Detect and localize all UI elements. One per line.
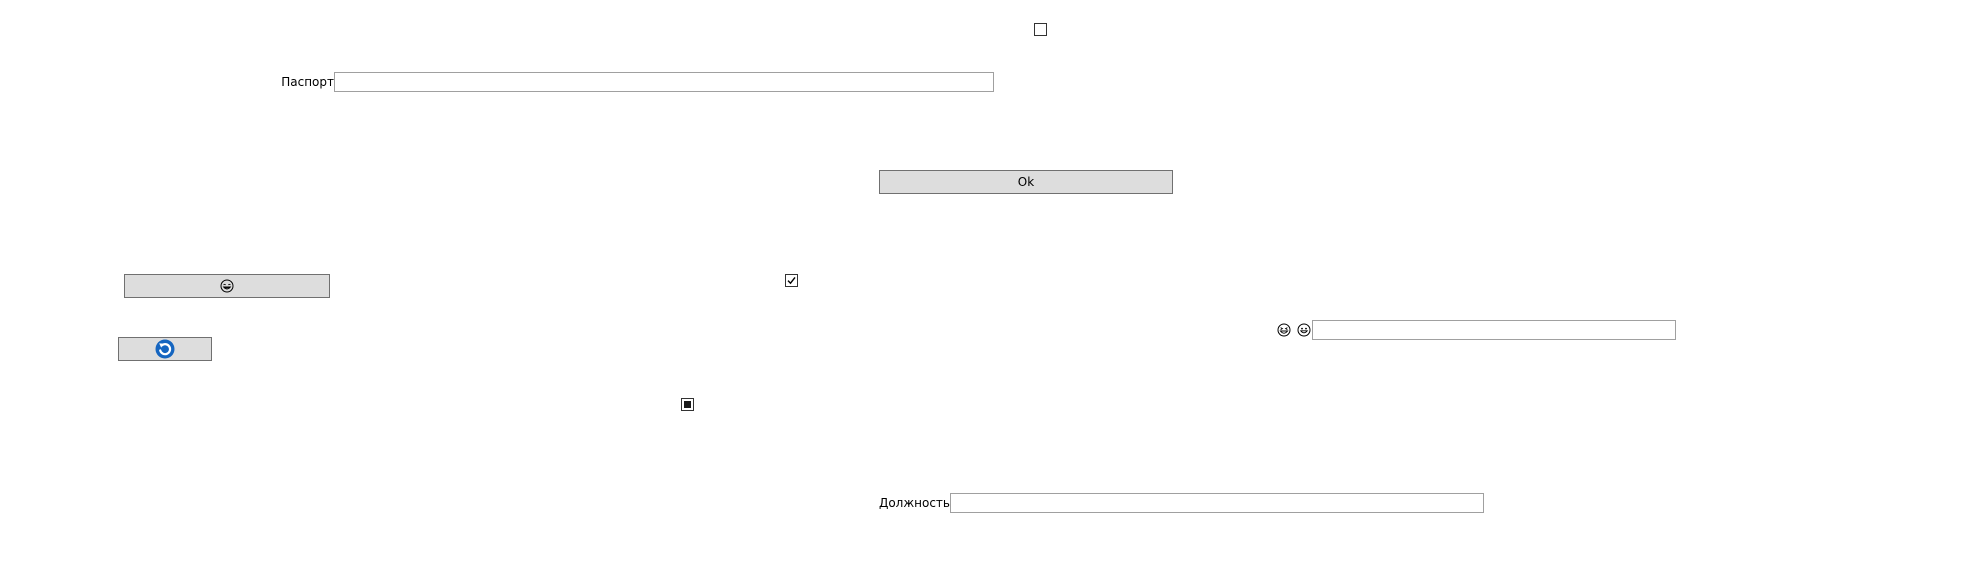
position-input[interactable]: [950, 493, 1484, 513]
grinning-squinting-face-icon: [1277, 323, 1291, 337]
passport-label: Паспорт: [281, 75, 334, 89]
top-checkbox[interactable]: [1034, 23, 1047, 36]
position-label: Должность: [878, 496, 950, 510]
emoji-text-input[interactable]: [1312, 320, 1676, 340]
checkmark-icon: [787, 276, 796, 285]
grinning-face-icon: [220, 279, 234, 293]
smiling-face-icon: [1297, 323, 1311, 337]
ok-button[interactable]: Ok: [879, 170, 1173, 194]
indeterminate-indicator: [684, 401, 691, 408]
refresh-button[interactable]: [118, 337, 212, 361]
middle-checkbox[interactable]: [785, 274, 798, 287]
refresh-icon: [155, 339, 175, 359]
passport-input[interactable]: [334, 72, 994, 92]
emoji-button[interactable]: [124, 274, 330, 298]
lower-checkbox[interactable]: [681, 398, 694, 411]
